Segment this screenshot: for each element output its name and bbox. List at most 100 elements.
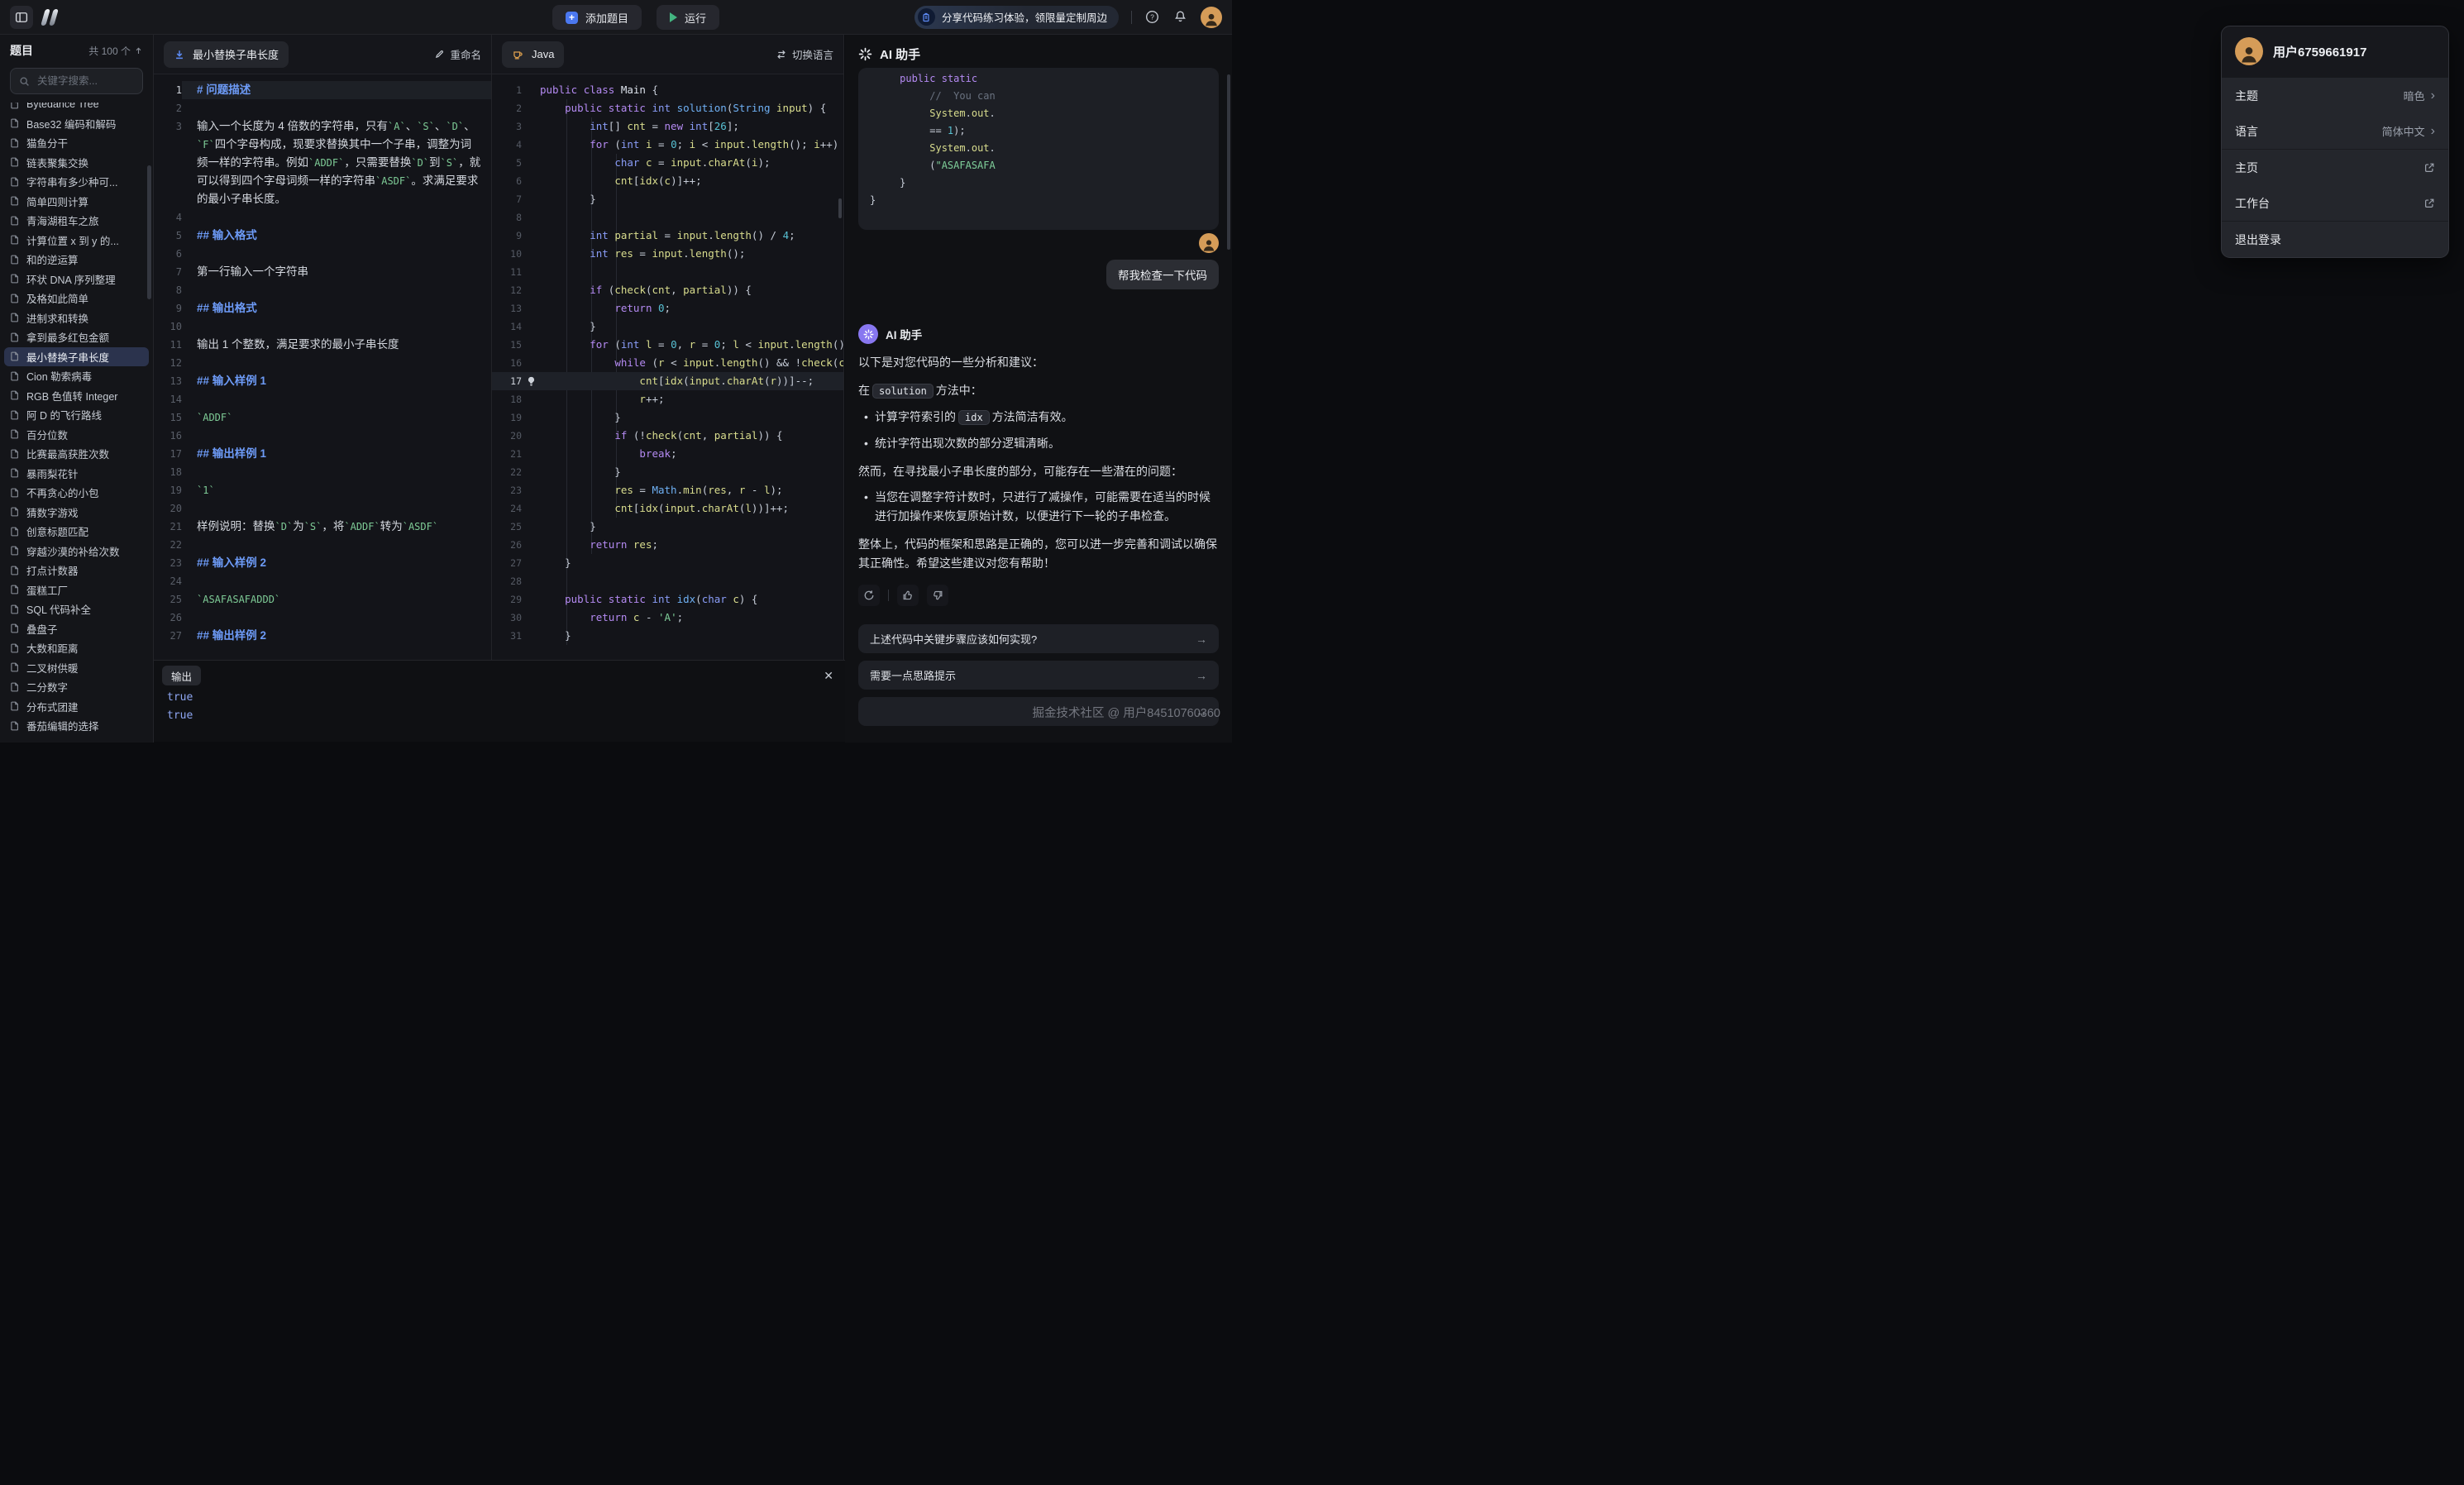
sidebar-item[interactable]: 分布式团建 [4,697,149,717]
sidebar-item[interactable]: RGB 色值转 Integer [4,386,149,406]
sidebar-item[interactable]: 暴雨梨花针 [4,464,149,484]
line-content: # 问题描述 [182,81,491,99]
line-content: cnt[idx(input.charAt(l))]++; [540,499,843,518]
code-editor[interactable]: 1public class Main {2 public static int … [492,74,843,660]
line-content: `ASAFASAFADDD` [182,590,491,609]
suggestion-chip[interactable]: 上述代码中关键步骤应该如何实现?→ [858,624,1219,653]
sidebar-item[interactable]: 二分数字 [4,677,149,697]
user-dropdown-menu: 用户6759661917 主题 暗色› 语言 简体中文› 主页 工作台 退出登录 [2221,26,2449,258]
add-problem-label: 添加题目 [585,10,628,26]
gutter-space [522,499,540,518]
sidebar-item[interactable]: 链表聚集交换 [4,153,149,173]
menu-item-theme[interactable]: 主题 暗色› [2222,78,2448,113]
text: 为 [293,520,304,532]
search-box[interactable] [10,68,143,94]
sidebar-item[interactable]: 猫鱼分干 [4,133,149,153]
sidebar-item[interactable]: 及格如此简单 [4,289,149,308]
menu-item-logout[interactable]: 退出登录 [2222,222,2448,257]
add-problem-button[interactable]: + 添加题目 [552,5,642,30]
language-tab[interactable]: Java [502,41,564,68]
bell-icon[interactable] [1172,9,1188,25]
line-number: 7 [154,263,182,281]
line-content: ## 输入样例 1 [182,372,491,390]
markdown-line: 16 [154,427,491,445]
output-tab[interactable]: 输出 [162,666,201,685]
sidebar-item[interactable]: 比赛最高获胜次数 [4,444,149,464]
menu-item-workbench[interactable]: 工作台 [2222,185,2448,221]
sidebar-item[interactable]: 不再贪心的小包 [4,483,149,503]
gutter-space [522,281,540,299]
run-button[interactable]: 运行 [657,5,719,30]
line-number: 19 [154,481,182,499]
help-button[interactable]: ? [1144,9,1160,25]
ai-scrollbar[interactable] [1227,74,1230,250]
markdown-editor[interactable]: 1# 问题描述23输入一个长度为 4 倍数的字符串，只有`A`、`S`、`D`、… [154,74,491,660]
sidebar-item[interactable]: 番茄编辑的选择 [4,716,149,736]
upload-arrow-icon[interactable] [134,46,143,55]
sidebar-scrollbar[interactable] [147,165,151,299]
menu-item-language[interactable]: 语言 简体中文› [2222,113,2448,149]
regenerate-button[interactable] [858,585,880,606]
inline-code: `S` [417,121,435,132]
sidebar-item[interactable]: 穿越沙漠的补给次数 [4,542,149,561]
sidebar-item[interactable]: 进制求和转换 [4,308,149,328]
sidebar-item[interactable]: 创意标题匹配 [4,522,149,542]
code-line: public static [870,70,1207,88]
user-avatar[interactable] [1201,7,1222,28]
user-code-message: public static // You can System.out. == … [858,68,1219,230]
sidebar-item[interactable]: 猜数字游戏 [4,503,149,523]
sidebar-item[interactable]: 最小替换子串长度 [4,347,149,367]
line-content: public static int solution(String input)… [540,99,843,117]
external-link-icon [2423,162,2435,174]
markdown-line: 5## 输入格式 [154,227,491,245]
sidebar-item[interactable]: 简单四则计算 [4,192,149,212]
inline-code-chip: idx [958,410,990,425]
sidebar-item[interactable]: 和的逆运算 [4,250,149,270]
sidebar-item[interactable]: 青海湖租车之旅 [4,211,149,231]
suggestion-chip[interactable]: 需要一点思路提示→ [858,661,1219,690]
line-content: } [540,627,843,645]
sidebar-item[interactable]: 阿 D 的飞行路线 [4,405,149,425]
sidebar-item[interactable]: 蛋糕工厂 [4,580,149,600]
code-line: 26 return res; [492,536,843,554]
suggestion-chip[interactable]: → [858,697,1219,726]
output-line: true [167,689,832,707]
switch-language-button[interactable]: 切换语言 [776,46,833,62]
code-line: 12 if (check(cnt, partial)) { [492,281,843,299]
sidebar-item[interactable]: Base32 编码和解码 [4,114,149,134]
sidebar-item[interactable]: 环状 DNA 序列整理 [4,270,149,289]
sidebar-item[interactable]: 百分位数 [4,425,149,445]
promo-banner[interactable]: 分享代码练习体验，领限量定制周边 [914,6,1119,29]
sidebar-item[interactable]: 二叉树供暖 [4,658,149,678]
sidebar-item[interactable]: Cion 勒索病毒 [4,366,149,386]
text: 、 [406,120,418,132]
sidebar-item[interactable]: 拿到最多红包金额 [4,327,149,347]
sidebar-item[interactable]: Bytedance Tree [4,103,149,114]
sidebar-item[interactable]: 叠盘子 [4,619,149,639]
thumbs-down-button[interactable] [927,585,948,606]
line-content: } [540,408,843,427]
line-number: 10 [492,245,522,263]
close-icon[interactable]: ✕ [824,669,833,683]
search-input[interactable] [36,74,134,88]
sparkle-icon [858,47,872,61]
line-content [182,99,491,117]
line-content: 第一行输入一个字符串 [182,263,491,281]
gutter-space [522,336,540,354]
menu-item-home[interactable]: 主页 [2222,150,2448,185]
rename-button[interactable]: 重命名 [434,46,481,62]
file-icon [10,389,20,401]
sidebar-item-label: 和的逆运算 [26,251,79,267]
sidebar-item[interactable]: 大数和距离 [4,638,149,658]
thumbs-up-button[interactable] [897,585,919,606]
sidebar-item[interactable]: 字符串有多少种可... [4,172,149,192]
divider [888,590,889,601]
problem-tab[interactable]: 最小替换子串长度 [164,41,289,68]
sidebar-item[interactable]: 计算位置 x 到 y 的... [4,231,149,251]
sidebar-toggle-button[interactable] [10,6,33,29]
plus-icon: + [566,12,578,24]
sidebar-item[interactable]: SQL 代码补全 [4,599,149,619]
text: ## 输出样例 2 [197,629,266,642]
gutter-space [522,318,540,336]
sidebar-item[interactable]: 打点计数器 [4,561,149,580]
